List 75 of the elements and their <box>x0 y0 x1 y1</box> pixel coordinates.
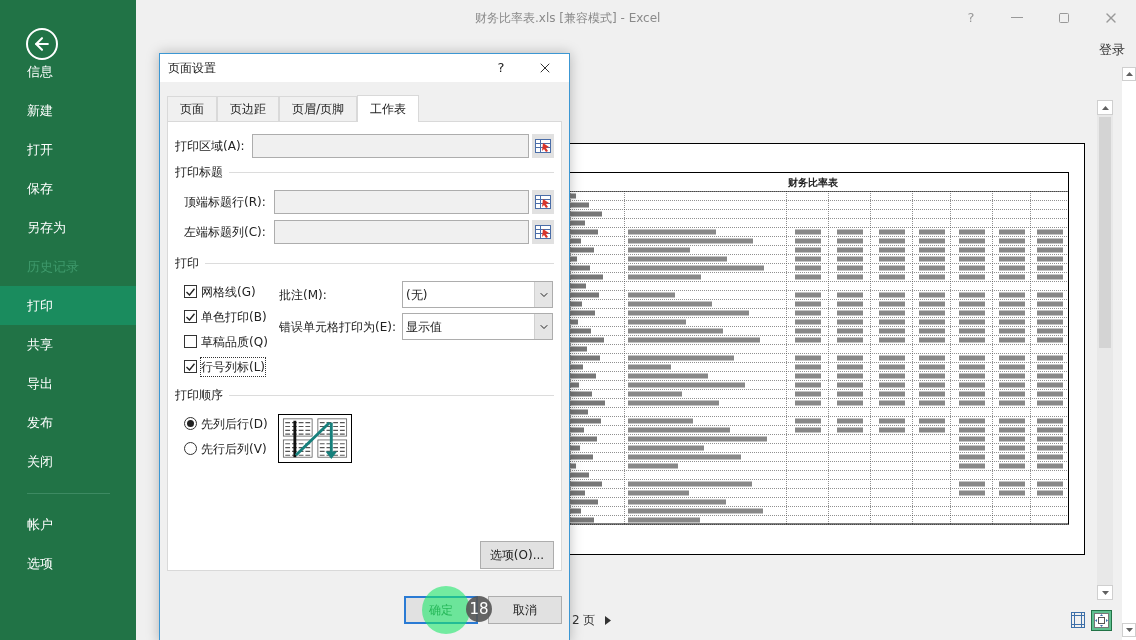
check-icon <box>186 312 195 321</box>
next-page-button[interactable] <box>605 615 612 625</box>
down-triangle-icon <box>1101 590 1109 595</box>
sidebar-item[interactable]: 保存 <box>0 169 136 208</box>
margins-icon <box>1071 612 1085 628</box>
cancel-button[interactable]: 取消 <box>488 596 562 624</box>
help-button[interactable]: ? <box>495 58 507 78</box>
show-margins-button[interactable] <box>1068 610 1088 630</box>
checkbox-box[interactable] <box>184 360 197 373</box>
sidebar-item[interactable]: 导出 <box>0 364 136 403</box>
scroll-down-button[interactable] <box>1122 623 1136 637</box>
field-label: 错误单元格打印为(E): <box>279 318 397 336</box>
minimize-icon <box>1011 17 1023 18</box>
sidebar-item[interactable]: 选项 <box>0 544 136 583</box>
collapse-icon <box>535 139 551 153</box>
checkbox[interactable]: 单色打印(B) <box>184 304 279 329</box>
scroll-up-button[interactable] <box>1122 67 1136 81</box>
radio-option[interactable]: 先列后行(D) <box>184 411 278 436</box>
radio-option[interactable]: 先行后列(V) <box>184 436 278 461</box>
section-heading: 打印顺序 <box>175 387 223 404</box>
right-triangle-icon <box>605 615 612 625</box>
dropdown[interactable]: (无) <box>402 281 553 308</box>
sidebar-item[interactable]: 关闭 <box>0 442 136 481</box>
sidebar-item[interactable]: 发布 <box>0 403 136 442</box>
sidebar-item[interactable]: 新建 <box>0 91 136 130</box>
sidebar-item[interactable]: 帐户 <box>0 505 136 544</box>
radio-button[interactable] <box>184 417 197 430</box>
tab[interactable]: 页面 <box>167 96 217 121</box>
sidebar-item[interactable]: 打开 <box>0 130 136 169</box>
up-triangle-icon <box>1125 72 1133 76</box>
range-picker-button[interactable] <box>532 190 554 214</box>
range-picker-button[interactable] <box>532 220 554 244</box>
scroll-up-button[interactable] <box>1097 100 1113 115</box>
section-heading: 打印标题 <box>175 164 223 181</box>
checkbox-box[interactable] <box>184 285 197 298</box>
window-title: 财务比率表.xls [兼容模式] - Excel <box>475 9 661 27</box>
check-icon <box>186 362 195 371</box>
checkbox-box[interactable] <box>184 335 197 348</box>
sidebar-item[interactable]: 另存为 <box>0 208 136 247</box>
range-picker-button[interactable] <box>532 134 554 158</box>
sidebar-item[interactable]: 信息 <box>0 52 136 91</box>
down-triangle-icon <box>1125 628 1133 632</box>
options-button[interactable]: 选项(O)... <box>480 541 554 569</box>
sidebar-item[interactable]: 打印 <box>0 286 136 325</box>
section-heading: 打印 <box>175 255 199 272</box>
checkbox-box[interactable] <box>184 310 197 323</box>
sidebar-item[interactable]: 共享 <box>0 325 136 364</box>
checkbox[interactable]: 网格线(G) <box>184 279 279 304</box>
sheet-title: 财务比率表 <box>787 175 838 190</box>
field-label: 打印区域(A): <box>175 138 246 155</box>
field-label: 批注(M): <box>279 286 328 304</box>
collapse-icon <box>535 195 551 209</box>
dropdown[interactable]: 显示值 <box>402 313 553 340</box>
checkbox[interactable]: 草稿品质(Q) <box>184 329 279 354</box>
click-highlight <box>422 586 470 634</box>
scroll-down-button[interactable] <box>1097 585 1113 600</box>
check-icon <box>186 287 195 296</box>
radio-button[interactable] <box>184 442 197 455</box>
tab[interactable]: 页边距 <box>217 96 279 121</box>
scrollbar[interactable] <box>1097 100 1113 600</box>
maximize-icon <box>1058 11 1070 24</box>
dialog-title: 页面设置 <box>168 60 216 77</box>
page-count-label: 2 页 <box>572 612 596 629</box>
zoom-to-page-button[interactable] <box>1091 609 1112 631</box>
outer-scrollbar[interactable] <box>1122 67 1136 640</box>
collapse-icon <box>535 225 551 239</box>
fit-page-icon <box>1094 612 1109 628</box>
tab[interactable]: 页眉/页脚 <box>279 96 358 121</box>
field-label: 左端标题列(C): <box>184 224 267 241</box>
field-label: 顶端标题行(R): <box>184 194 267 211</box>
up-triangle-icon <box>1101 105 1109 110</box>
back-button[interactable] <box>26 28 58 60</box>
tab[interactable]: 工作表 <box>357 95 420 122</box>
sign-in-link[interactable]: 登录 <box>1099 40 1125 60</box>
checkbox[interactable]: 行号列标(L) <box>184 354 279 379</box>
